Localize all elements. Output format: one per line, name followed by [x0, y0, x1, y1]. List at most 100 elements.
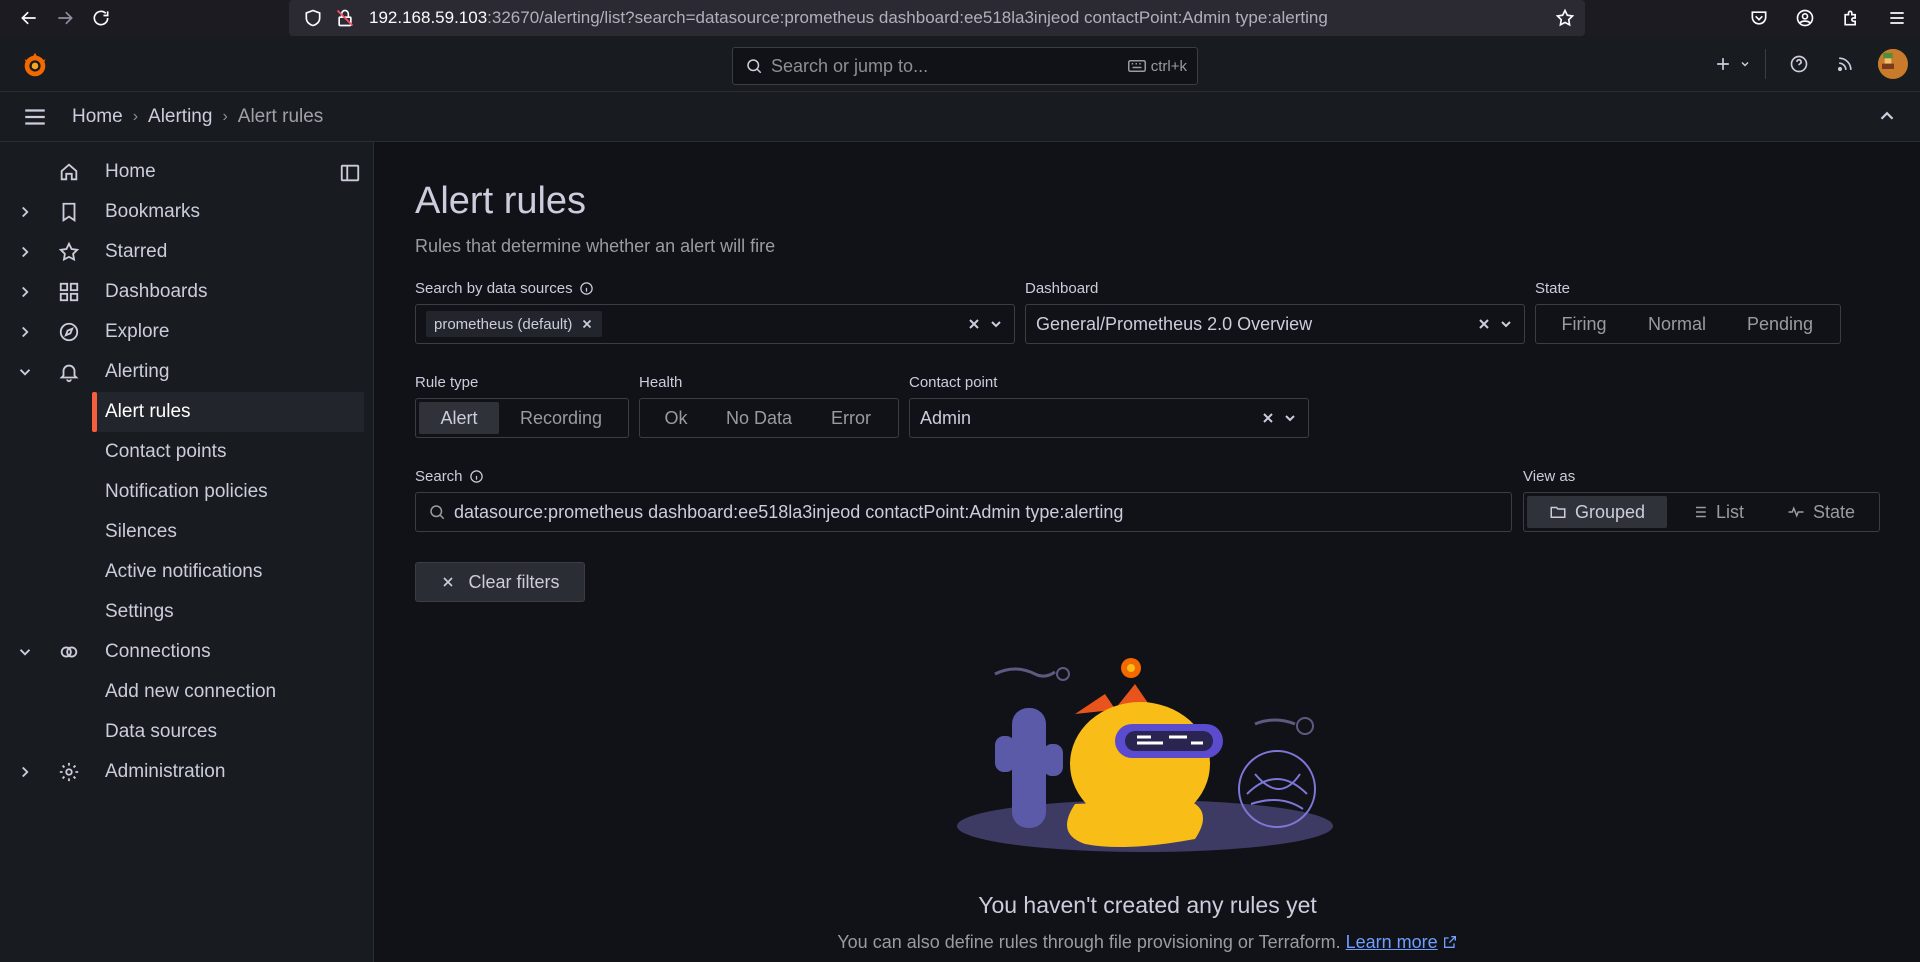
- reload-button[interactable]: [83, 0, 119, 36]
- hamburger-icon[interactable]: [22, 104, 48, 130]
- chevron-right-icon[interactable]: [16, 243, 34, 261]
- back-button[interactable]: [11, 0, 47, 36]
- sidebar-item-bookmarks[interactable]: Bookmarks: [0, 192, 373, 232]
- help-button[interactable]: [1776, 36, 1822, 92]
- rule-search-input[interactable]: datasource:prometheus dashboard:ee518la3…: [415, 492, 1512, 532]
- chevron-down-icon[interactable]: [988, 316, 1004, 332]
- chevron-right-icon[interactable]: [16, 323, 34, 341]
- sidebar-item-contact-points[interactable]: Contact points: [0, 432, 373, 472]
- extensions-button[interactable]: [1828, 0, 1874, 36]
- address-bar[interactable]: 192.168.59.103:32670/alerting/list?searc…: [289, 0, 1585, 36]
- plus-icon: [1717, 58, 1729, 70]
- rule-type-alert-option[interactable]: Alert: [419, 402, 499, 434]
- health-ok-option[interactable]: Ok: [643, 402, 709, 434]
- contact-point-select[interactable]: Admin: [909, 398, 1309, 438]
- user-avatar[interactable]: [1878, 49, 1908, 79]
- clear-filters-button[interactable]: Clear filters: [415, 562, 585, 602]
- info-icon[interactable]: [579, 281, 594, 296]
- chevron-down-icon[interactable]: [16, 363, 34, 381]
- sidebar-item-add-new-connection[interactable]: Add new connection: [0, 672, 373, 712]
- sidebar-item-explore[interactable]: Explore: [0, 312, 373, 352]
- state-firing-option[interactable]: Firing: [1539, 308, 1629, 340]
- sidebar-item-notification-policies[interactable]: Notification policies: [0, 472, 373, 512]
- search-label: Search: [415, 468, 484, 485]
- global-search-input[interactable]: Search or jump to... ctrl+k: [732, 47, 1198, 85]
- state-filter-label: State: [1535, 280, 1571, 297]
- health-error-option[interactable]: Error: [809, 402, 893, 434]
- chevron-up-icon[interactable]: [1876, 105, 1898, 127]
- sidebar-item-settings[interactable]: Settings: [0, 592, 373, 632]
- sidebar-item-connections[interactable]: Connections: [0, 632, 373, 672]
- dashboard-select[interactable]: General/Prometheus 2.0 Overview: [1025, 304, 1525, 344]
- clear-icon[interactable]: [966, 316, 982, 332]
- bookmark-icon: [62, 202, 76, 222]
- external-link-icon[interactable]: [1442, 934, 1458, 950]
- breadcrumb-alert-rules: Alert rules: [237, 105, 324, 127]
- news-button[interactable]: [1822, 36, 1868, 92]
- health-label: Health: [639, 374, 683, 391]
- heartbeat-icon: [1788, 506, 1804, 518]
- chevron-down-icon[interactable]: [1282, 410, 1298, 426]
- chevron-down-icon[interactable]: [1498, 316, 1514, 332]
- chevron-right-icon[interactable]: [16, 203, 34, 221]
- sidebar-item-administration[interactable]: Administration: [0, 752, 373, 792]
- menu-button[interactable]: [1874, 0, 1920, 36]
- browser-extensions: [1736, 0, 1920, 36]
- rule-type-recording-option[interactable]: Recording: [499, 402, 623, 434]
- url-text[interactable]: 192.168.59.103:32670/alerting/list?searc…: [369, 8, 1328, 28]
- sidebar-item-home[interactable]: Home: [0, 152, 373, 192]
- view-as-radio-group: Grouped List State: [1523, 492, 1880, 532]
- arrow-left-icon: [21, 11, 36, 25]
- shield-icon[interactable]: [303, 8, 323, 28]
- dashboard-value: General/Prometheus 2.0 Overview: [1036, 313, 1313, 334]
- forward-button[interactable]: [47, 0, 83, 36]
- search-placeholder: Search or jump to...: [771, 55, 929, 76]
- url-path: :32670/alerting/list?search=datasource:p…: [487, 8, 1328, 27]
- view-as-label: View as: [1523, 468, 1576, 485]
- account-button[interactable]: [1782, 0, 1828, 36]
- chevron-down-icon[interactable]: [16, 643, 34, 661]
- datasource-select[interactable]: prometheus (default): [415, 304, 1015, 344]
- sidebar-item-alerting[interactable]: Alerting: [0, 352, 373, 392]
- breadcrumb-alerting[interactable]: Alerting: [148, 106, 212, 128]
- folder-icon: [1550, 506, 1566, 518]
- info-icon[interactable]: [469, 469, 484, 484]
- sidebar-item-dashboards[interactable]: Dashboards: [0, 272, 373, 312]
- sidebar-item-label: Active notifications: [105, 561, 263, 582]
- bookmark-star-icon[interactable]: [1555, 8, 1575, 28]
- close-icon: [443, 577, 454, 587]
- sidebar-item-active-notifications[interactable]: Active notifications: [0, 552, 373, 592]
- rule-type-radio-group: Alert Recording: [415, 398, 629, 438]
- breadcrumb-bar: Home › Alerting › Alert rules: [0, 92, 1920, 142]
- bell-icon: [59, 364, 79, 383]
- clear-icon[interactable]: [1476, 316, 1492, 332]
- sidebar-item-label: Administration: [105, 761, 226, 782]
- sidebar-item-label: Data sources: [105, 721, 217, 742]
- grafana-logo-icon[interactable]: [20, 50, 50, 80]
- health-no-data-option[interactable]: No Data: [709, 402, 809, 434]
- pocket-button[interactable]: [1736, 0, 1782, 36]
- state-normal-option[interactable]: Normal: [1629, 308, 1725, 340]
- page-title: Alert rules: [415, 180, 587, 222]
- sidebar-item-silences[interactable]: Silences: [0, 512, 373, 552]
- sidebar-item-alert-rules[interactable]: Alert rules: [92, 392, 364, 432]
- sidebar-item-label: Contact points: [105, 441, 227, 462]
- insecure-lock-icon[interactable]: [335, 8, 355, 28]
- connections-icon: [60, 646, 78, 658]
- state-pending-option[interactable]: Pending: [1725, 308, 1835, 340]
- remove-chip-icon[interactable]: [580, 317, 594, 331]
- chevron-right-icon[interactable]: [16, 283, 34, 301]
- clear-icon[interactable]: [1260, 410, 1276, 426]
- learn-more-link[interactable]: Learn more: [1346, 932, 1438, 952]
- chevron-right-icon[interactable]: [16, 763, 34, 781]
- new-dropdown-button[interactable]: [1709, 36, 1755, 92]
- page-subtitle: Rules that determine whether an alert wi…: [415, 236, 776, 256]
- view-list-label: List: [1715, 501, 1744, 522]
- view-grouped-option[interactable]: Grouped: [1527, 496, 1667, 528]
- breadcrumb-home[interactable]: Home: [72, 106, 123, 128]
- sidebar-item-data-sources[interactable]: Data sources: [0, 712, 373, 752]
- reload-icon: [93, 10, 109, 26]
- view-state-option[interactable]: State: [1767, 496, 1875, 528]
- view-list-option[interactable]: List: [1667, 496, 1767, 528]
- sidebar-item-starred[interactable]: Starred: [0, 232, 373, 272]
